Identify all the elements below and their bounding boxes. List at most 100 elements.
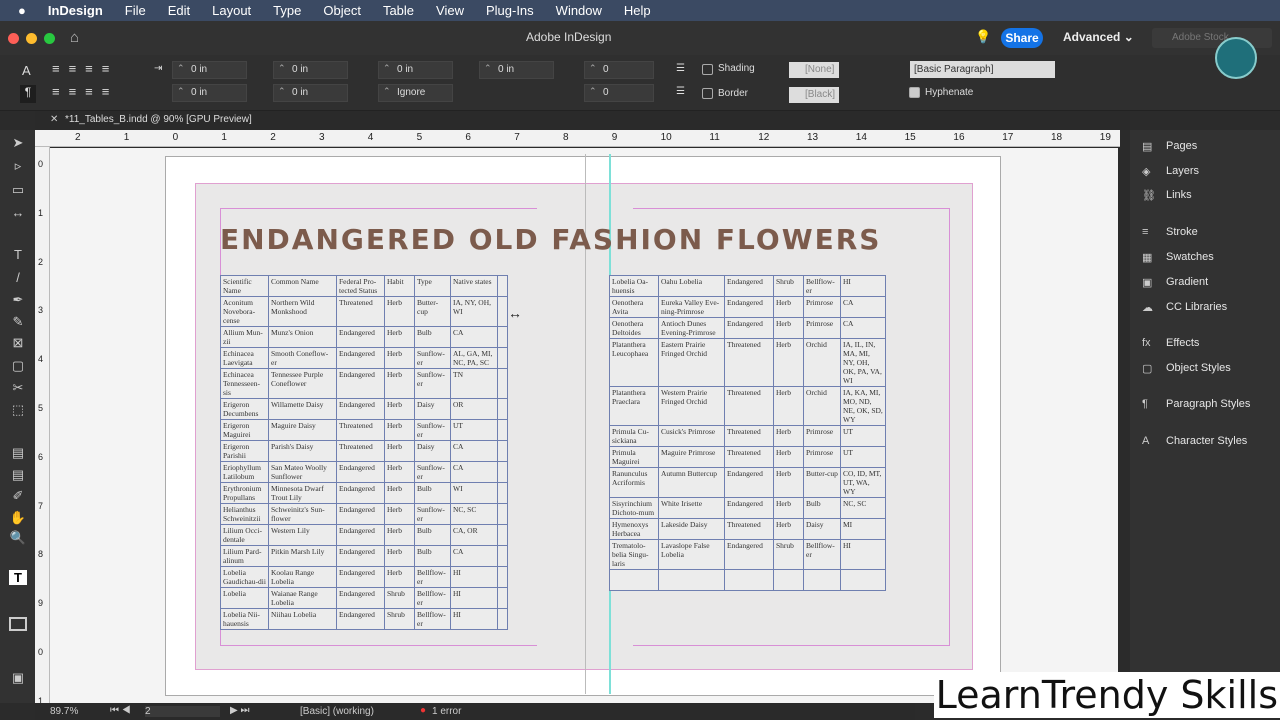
table-cell[interactable]: Lobelia Nii-hauensis [220,608,269,630]
table-cell[interactable]: Common Name [268,275,337,297]
table-cell[interactable]: NC, SC [840,497,886,519]
menu-view[interactable]: View [436,3,464,18]
table-cell[interactable]: Oenothera Avita [609,296,659,318]
table-cell[interactable]: Herb [384,440,415,462]
table-cell[interactable]: Shrub [384,587,415,609]
drop-cap-chars-field[interactable]: 0 [584,83,654,102]
pencil-tool-icon[interactable]: ✎ [9,314,27,330]
menu-layout[interactable]: Layout [212,3,251,18]
apple-icon[interactable]: ● [18,3,26,18]
table-cell[interactable]: HI [840,275,886,297]
table-cell[interactable]: Smooth Coneflow-er [268,347,337,369]
table-cell[interactable]: Endangered [336,482,385,504]
table-row[interactable]: Oenothera Deltoides Antioch Dunes Evening… [609,317,886,339]
pen-tool-icon[interactable]: ✒ [9,292,27,308]
table-cell[interactable]: Endangered [336,368,385,399]
line-tool-icon[interactable]: / [9,270,27,285]
table-row[interactable]: Platanthera Praeclara Western Prairie Fri… [609,386,886,426]
table-cell[interactable]: Lobelia Gaudichau-dii [220,566,269,588]
table-cell[interactable]: Echinacea Laevigata [220,347,269,369]
table-cell[interactable]: NC, SC [450,503,498,525]
table-cell[interactable]: Herb [773,425,804,447]
left-indent-field[interactable]: 0 in [172,60,247,79]
table-cell[interactable]: Herb [384,326,415,348]
table-cell[interactable]: Schweinitz's Sun-flower [268,503,337,525]
menu-object[interactable]: Object [323,3,361,18]
table-cell[interactable]: San Mateo Woolly Sunflower [268,461,337,483]
table-row[interactable]: Sisyrinchium Dichoto-mum White Irisette En… [609,497,886,519]
hand-tool-icon[interactable]: ✋ [9,510,27,526]
table-cell[interactable]: Threatened [336,419,385,441]
table-cell[interactable]: Endangered [336,503,385,525]
table-cell[interactable]: Herb [384,566,415,588]
pages-icon[interactable]: ▤ [1142,140,1156,153]
table-cell[interactable]: Endangered [724,467,774,498]
table-row[interactable]: Lobelia Waianae Range Lobelia Endangered Sh… [220,587,508,609]
table-row[interactable]: Erigeron Decumbens Willamette Daisy Endang… [220,398,508,420]
table-cell[interactable]: Lilium Occi-dentale [220,524,269,546]
rectangle-frame-tool-icon[interactable]: ⊠ [9,335,27,351]
last-line-indent-field[interactable]: 0 in [273,83,348,102]
table-cell[interactable]: Scientific Name [220,275,269,297]
table-cell[interactable]: Waianae Range Lobelia [268,587,337,609]
table-cell[interactable]: Herb [384,398,415,420]
table-row[interactable]: Lilium Pard-alinum Pitkin Marsh Lily Endan… [220,545,508,567]
menu-plugins[interactable]: Plug-Ins [486,3,534,18]
table-cell[interactable]: Lobelia Oa-huensis [609,275,659,297]
panel-effects[interactable]: Effects [1166,337,1199,349]
drop-cap-lines-field[interactable]: 0 [584,60,654,79]
table-cell[interactable]: Maguire Daisy [268,419,337,441]
page-nav-icon[interactable]: ⏮ ◀ [110,705,131,716]
table-cell[interactable]: Sunflow-er [414,461,451,483]
table-cell[interactable]: Willamette Daisy [268,398,337,420]
share-button[interactable]: Share [1001,28,1043,48]
table-cell[interactable]: CA [840,296,886,318]
table-cell-empty[interactable] [497,503,508,525]
menu-type[interactable]: Type [273,3,301,18]
table-cell[interactable]: Threatened [336,296,385,327]
table-cell[interactable]: Shrub [773,275,804,297]
document-tab[interactable]: *11_Tables_B.indd @ 90% [GPU Preview] [65,114,252,125]
table-cell[interactable]: AL, GA, MI, NC, PA, SC [450,347,498,369]
table-cell[interactable]: Native states [450,275,498,297]
table-row[interactable]: Lilium Occi-dentale Western Lily Endangere… [220,524,508,546]
gap-tool-icon[interactable]: ↔ [9,205,27,220]
hyphenate-checkbox[interactable] [909,87,920,98]
table-cell[interactable]: Niihau Lobelia [268,608,337,630]
layers-icon[interactable]: ◈ [1142,165,1156,178]
table-cell[interactable]: Lobelia [220,587,269,609]
swatches-icon[interactable]: ▦ [1142,251,1156,264]
table-cell[interactable]: OR [450,398,498,420]
menu-file[interactable]: File [125,3,146,18]
table-cell[interactable]: Echinacea Tennesseen-sis [220,368,269,399]
table-cell[interactable]: Bulb [414,482,451,504]
table-cell[interactable]: Herb [384,347,415,369]
table-cell[interactable]: Pitkin Marsh Lily [268,545,337,567]
table-cell[interactable]: Lavaslope False Lobelia [658,539,725,570]
table-row[interactable]: Ranunculus Acriformis Autumn Buttercup End… [609,467,886,498]
table-cell[interactable]: Herb [773,338,804,387]
table-cell[interactable]: TN [450,368,498,399]
table-cell-empty[interactable] [497,587,508,609]
table-cell[interactable]: Daisy [803,518,841,540]
close-tab-icon[interactable]: ✕ [50,114,58,125]
table-cell-empty[interactable] [497,275,508,297]
table-cell[interactable]: Platanthera Leucophaea [609,338,659,387]
rectangle-tool-icon[interactable]: ▢ [9,358,27,374]
table-cell[interactable]: Erigeron Decumbens [220,398,269,420]
table-cell[interactable]: Erythronium Propullans [220,482,269,504]
table-cell[interactable]: CO, ID, MT, UT, WA, WY [840,467,886,498]
table-cell[interactable]: Trematolo-belia Singu-laris [609,539,659,570]
table-cell[interactable]: Bellflow-er [414,608,451,630]
effects-icon[interactable]: fx [1142,337,1156,349]
table-cell[interactable]: Herb [384,296,415,327]
table-cell[interactable]: Sunflow-er [414,503,451,525]
gradient-tool-icon[interactable]: ▤ [9,445,27,461]
align-buttons-row1[interactable]: ≡≡≡≡ [52,61,118,76]
space-before-field[interactable]: 0 in [378,60,453,79]
table-row[interactable]: Scientific Name Common Name Federal Pro-te… [220,275,508,297]
table-cell[interactable]: Herb [384,419,415,441]
table-cell[interactable]: Endangered [724,317,774,339]
table-cell[interactable]: Butter-cup [803,467,841,498]
object-styles-icon[interactable]: ▢ [1142,362,1156,375]
